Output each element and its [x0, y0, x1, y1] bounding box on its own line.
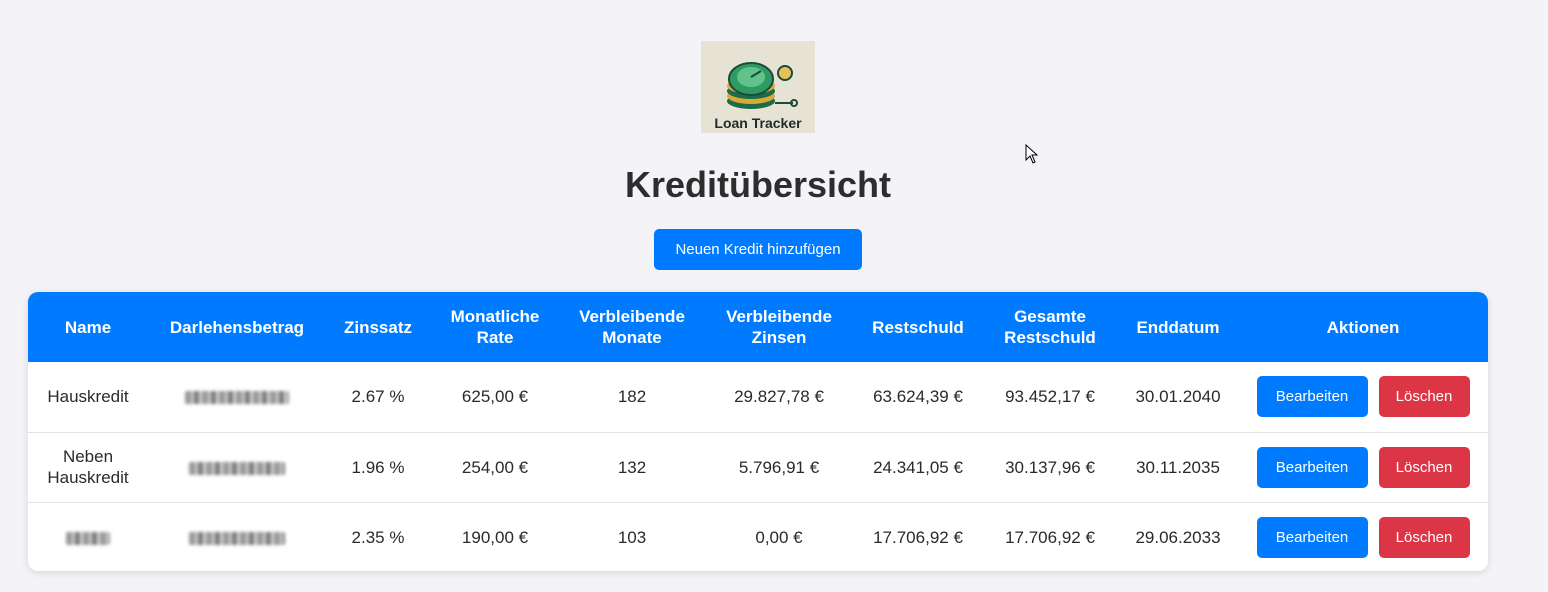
remaining-debt: 17.706,92 €	[873, 527, 963, 547]
total-remaining-debt: 93.452,17 €	[1005, 387, 1095, 407]
redacted-amount	[189, 531, 285, 545]
mouse-cursor-icon	[1025, 144, 1039, 164]
column-header: Enddatum	[1136, 317, 1220, 337]
app-logo: Loan Tracker	[701, 41, 815, 133]
total-remaining-debt: 30.137,96 €	[1005, 457, 1095, 477]
row-actions: Bearbeiten Löschen	[1238, 362, 1488, 432]
column-header: Darlehensbetrag	[169, 317, 305, 337]
interest-left: 5.796,91 €	[738, 457, 820, 477]
row-actions: Bearbeiten Löschen	[1238, 432, 1488, 502]
redacted-amount	[185, 391, 289, 405]
page-title: Kreditübersicht	[624, 164, 892, 205]
monthly-rate: 190,00 €	[461, 527, 529, 547]
monthly-rate: 254,00 €	[461, 457, 529, 477]
column-header: Name	[64, 317, 112, 337]
interest-left: 29.827,78 €	[734, 387, 824, 407]
table-row: 2.35 % 190,00 € 103 0,00 € 17.706,92 € 1…	[28, 502, 1488, 571]
delete-button[interactable]: Löschen	[1378, 516, 1470, 558]
remaining-debt: 24.341,05 €	[873, 457, 963, 477]
months-left: 132	[617, 457, 647, 477]
edit-button[interactable]: Bearbeiten	[1256, 516, 1368, 558]
delete-button[interactable]: Löschen	[1378, 376, 1470, 418]
column-header: Monatliche Rate	[450, 307, 540, 347]
interest-left: 0,00 €	[755, 527, 803, 547]
column-header: Restschuld	[872, 317, 964, 337]
end-date: 29.06.2033	[1135, 527, 1221, 547]
logo-text: Loan Tracker	[714, 115, 802, 131]
end-date: 30.11.2035	[1136, 457, 1220, 477]
interest-rate: 2.67 %	[351, 387, 405, 407]
loan-table: Name Darlehensbetrag Zinssatz Monatliche…	[28, 292, 1488, 571]
column-header: Gesamte Restschuld	[1004, 307, 1096, 347]
column-header: Zinssatz	[343, 317, 413, 337]
column-header: Verbleibende Monate	[579, 307, 685, 347]
edit-button[interactable]: Bearbeiten	[1256, 446, 1368, 488]
total-remaining-debt: 17.706,92 €	[1005, 527, 1095, 547]
table-row: Neben Hauskredit 1.96 % 254,00 € 132 5.7…	[28, 432, 1488, 502]
months-left: 103	[617, 527, 647, 547]
interest-rate: 2.35 %	[351, 527, 405, 547]
loan-name: Neben Hauskredit	[47, 447, 129, 487]
remaining-debt: 63.624,39 €	[873, 387, 963, 407]
edit-button[interactable]: Bearbeiten	[1256, 376, 1368, 418]
column-header: Aktionen	[1326, 317, 1400, 337]
table-header-row: Name Darlehensbetrag Zinssatz Monatliche…	[28, 292, 1488, 362]
delete-button[interactable]: Löschen	[1378, 446, 1470, 488]
loan-name: Hauskredit	[47, 387, 129, 407]
loan-amount	[148, 502, 326, 571]
end-date: 30.01.2040	[1135, 387, 1221, 407]
loan-amount	[148, 362, 326, 432]
table-row: Hauskredit 2.67 % 625,00 € 182 29.827,78…	[28, 362, 1488, 432]
interest-rate: 1.96 %	[351, 457, 405, 477]
row-actions: Bearbeiten Löschen	[1238, 502, 1488, 571]
loan-amount	[148, 432, 326, 502]
redacted-amount	[189, 461, 285, 475]
monthly-rate: 625,00 €	[461, 387, 529, 407]
column-header: Verbleibende Zinsen	[726, 307, 832, 347]
loan-name	[28, 502, 148, 571]
redacted-name	[66, 531, 110, 545]
add-loan-button[interactable]: Neuen Kredit hinzufügen	[654, 229, 862, 270]
months-left: 182	[617, 387, 647, 407]
